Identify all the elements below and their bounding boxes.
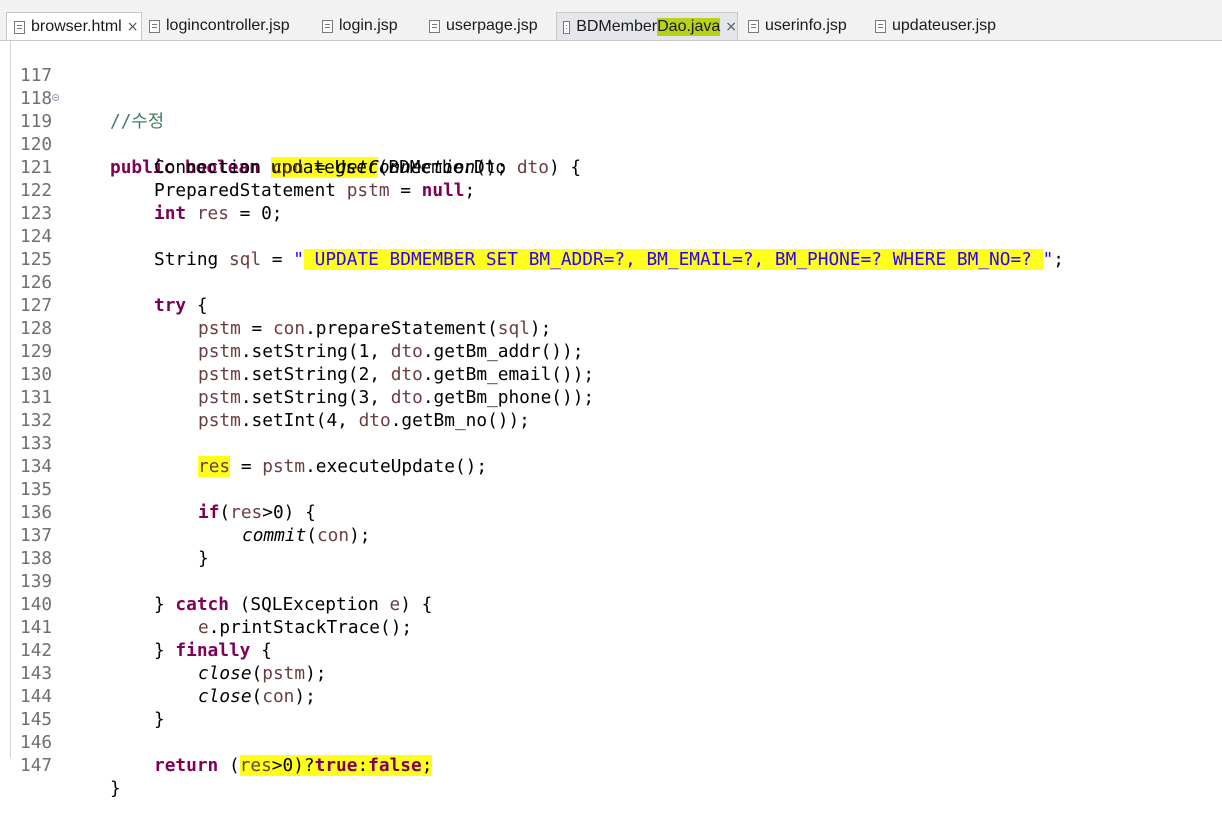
code-line: 126 try {: [0, 248, 1222, 316]
close-icon[interactable]: ×: [127, 19, 139, 35]
code-line: 118 //수정: [0, 64, 1222, 132]
code-line: 124 String sql = " UPDATE BDMEMBER SET B…: [0, 202, 1222, 270]
code-line: 136 commit(con);: [0, 478, 1222, 546]
tab-label-highlight: Dao.java: [657, 18, 721, 36]
html-file-icon: [14, 20, 25, 34]
code-line: 142 close(pstm);: [0, 616, 1222, 684]
tab-userpage-jsp[interactable]: userpage.jsp: [429, 12, 544, 40]
code-line: 125: [0, 225, 1222, 270]
code-line: 120 Connection con = getConnection();: [0, 110, 1222, 178]
tab-userinfo-jsp[interactable]: userinfo.jsp: [748, 12, 858, 40]
tab-logincontroller-jsp[interactable]: logincontroller.jsp: [149, 12, 309, 40]
code-line: 141 } finally {: [0, 593, 1222, 661]
close-icon[interactable]: ×: [725, 19, 737, 35]
jsp-file-icon: [429, 19, 440, 33]
code-line: 122 int res = 0;: [0, 156, 1222, 224]
code-line: 132: [0, 386, 1222, 431]
code-line: 137 }: [0, 501, 1222, 569]
code-line: 123: [0, 179, 1222, 224]
code-line: 144 }: [0, 662, 1222, 730]
highlighted-return-expr: res: [239, 755, 272, 776]
code-line: 138: [0, 524, 1222, 569]
code-text: return (res>0)?true:false;: [154, 755, 433, 776]
code-line: 131 pstm.setInt(4, dto.getBm_no());: [0, 363, 1222, 431]
jsp-file-icon: [748, 19, 759, 33]
code-line: 139 } catch (SQLException e) {: [0, 547, 1222, 615]
tab-label: userpage.jsp: [446, 17, 538, 34]
jsp-file-icon: [322, 19, 333, 33]
code-editor[interactable]: 117 118 //수정 119 public boolean updateUs…: [0, 41, 1222, 799]
code-line: 135 if(res>0) {: [0, 455, 1222, 523]
code-line: 143 close(con);: [0, 639, 1222, 707]
code-line: 140 e.printStackTrace();: [0, 570, 1222, 638]
code-line: 146 return (res>0)?true:false;: [0, 708, 1222, 776]
java-file-icon: [563, 20, 571, 34]
code-line: 133 res = pstm.executeUpdate();: [0, 409, 1222, 477]
tab-updateuser-jsp[interactable]: updateuser.jsp: [875, 12, 1005, 40]
tab-label: login.jsp: [339, 17, 398, 34]
tab-bdmemberdao-java[interactable]: BDMember Dao.java ×: [556, 12, 738, 41]
code-line: 130 pstm.setString(3, dto.getBm_phone())…: [0, 340, 1222, 408]
code-line: 127 pstm = con.prepareStatement(sql);: [0, 271, 1222, 339]
tab-browser-html[interactable]: browser.html ×: [6, 12, 142, 41]
code-line: 134: [0, 432, 1222, 477]
line-number: 147: [20, 755, 53, 776]
code-line: 128 pstm.setString(1, dto.getBm_addr());: [0, 294, 1222, 362]
code-line: 147 }: [0, 731, 1222, 799]
fold-toggle-icon[interactable]: [52, 94, 59, 101]
tab-label-prefix: BDMember: [576, 18, 658, 35]
tab-label: userinfo.jsp: [765, 17, 847, 34]
code-line: 121 PreparedStatement pstm = null;: [0, 133, 1222, 201]
code-line: 129 pstm.setString(2, dto.getBm_email())…: [0, 317, 1222, 385]
code-line: 119 public boolean updateUser(BDMemberDt…: [0, 87, 1222, 178]
tab-login-jsp[interactable]: login.jsp: [322, 12, 412, 40]
code-text: }: [110, 778, 121, 799]
tab-label: updateuser.jsp: [892, 17, 997, 34]
code-line: 145: [0, 685, 1222, 730]
tab-label: browser.html: [31, 18, 122, 35]
jsp-file-icon: [149, 19, 160, 33]
tab-label: logincontroller.jsp: [166, 17, 290, 34]
code-line: 117: [0, 41, 1222, 86]
editor-tab-bar: browser.html × logincontroller.jsp login…: [0, 0, 1222, 41]
jsp-file-icon: [875, 19, 886, 33]
